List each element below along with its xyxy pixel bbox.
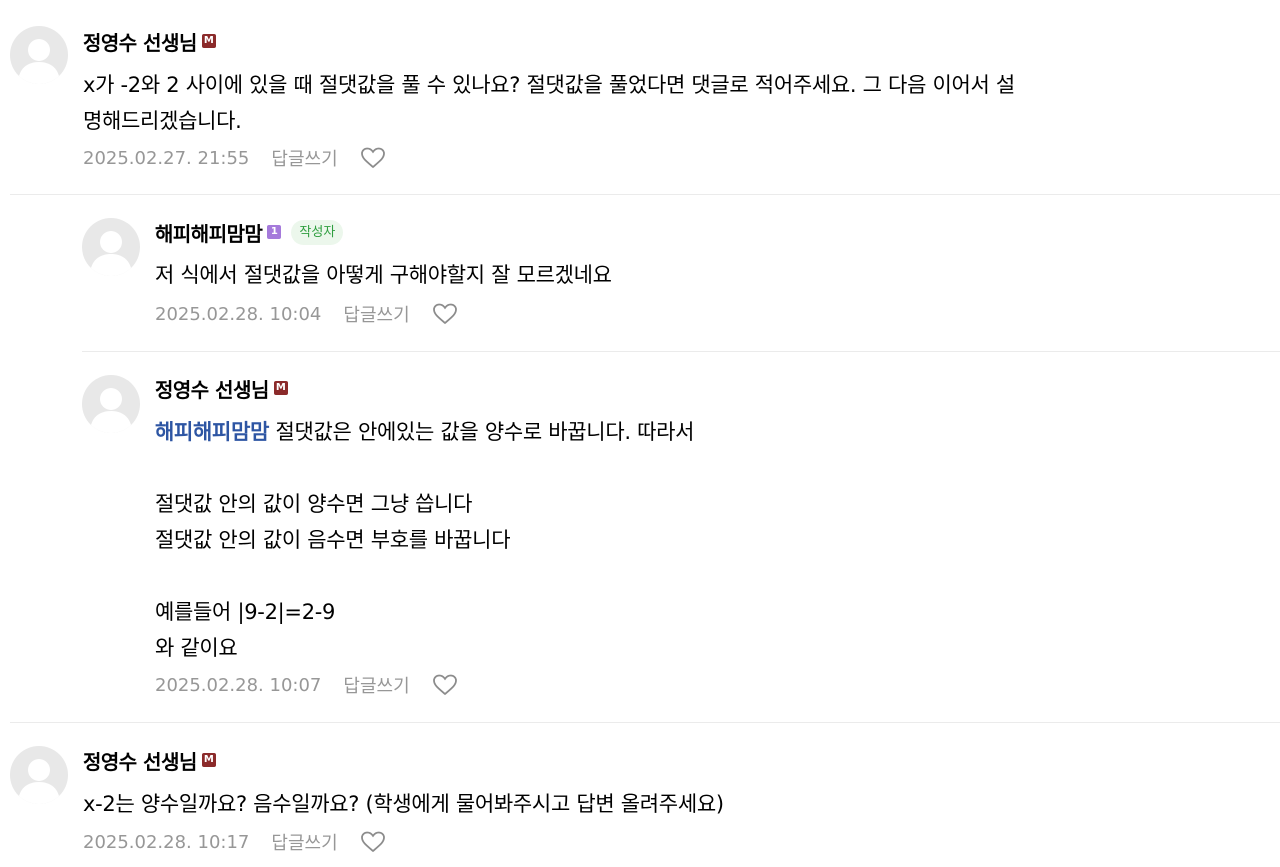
comment-date: 2025.02.28. 10:04 <box>155 303 322 325</box>
default-profile-icon <box>90 231 132 276</box>
manager-badge-icon: M <box>273 381 288 395</box>
mention-link[interactable]: 해피해피맘맘 <box>155 420 269 444</box>
reply-button[interactable]: 답글쓰기 <box>343 672 409 698</box>
comment-date: 2025.02.28. 10:17 <box>83 831 250 853</box>
heart-outline-icon[interactable] <box>432 302 458 326</box>
divider <box>10 194 1280 195</box>
author-name[interactable]: 정영수 선생님 <box>83 746 197 775</box>
avatar[interactable] <box>10 26 68 84</box>
avatar[interactable] <box>10 746 68 804</box>
avatar[interactable] <box>82 375 140 433</box>
comment-text: x가 -2와 2 사이에 있을 때 절댓값을 풀 수 있나요? 절댓값을 풀었다… <box>83 73 1015 133</box>
comment-text: 저 식에서 절댓값을 아떻게 구해야할지 잘 모르겠네요 <box>155 263 612 287</box>
reply-button[interactable]: 답글쓰기 <box>271 145 337 171</box>
heart-outline-icon[interactable] <box>432 673 458 697</box>
author-line: 정영수 선생님 M <box>83 746 216 774</box>
default-profile-icon <box>90 388 132 433</box>
author-line: 정영수 선생님 M <box>155 374 288 402</box>
level-badge-icon: 1 <box>267 225 282 239</box>
reply-button[interactable]: 답글쓰기 <box>271 829 337 855</box>
author-line: 해피해피맘맘 1 작성자 <box>155 218 344 247</box>
comment-meta: 2025.02.28. 10:07 답글쓰기 <box>155 671 458 699</box>
comment-meta: 2025.02.28. 10:04 답글쓰기 <box>155 300 458 328</box>
divider <box>10 722 1280 723</box>
author-name[interactable]: 해피해피맘맘 <box>155 218 263 247</box>
default-profile-icon <box>18 759 60 804</box>
default-profile-icon <box>18 39 60 84</box>
comment-text: x-2는 양수일까요? 음수일까요? (학생에게 물어봐주시고 답변 올려주세요… <box>83 792 724 816</box>
author-name[interactable]: 정영수 선생님 <box>155 374 269 403</box>
heart-outline-icon[interactable] <box>360 830 386 854</box>
reply-button[interactable]: 답글쓰기 <box>343 301 409 327</box>
avatar[interactable] <box>82 218 140 276</box>
author-name[interactable]: 정영수 선생님 <box>83 27 197 56</box>
comment-date: 2025.02.28. 10:07 <box>155 674 322 696</box>
manager-badge-icon: M <box>201 753 216 767</box>
author-line: 정영수 선생님 M <box>83 27 216 55</box>
manager-badge-icon: M <box>201 34 216 48</box>
comment-date: 2025.02.27. 21:55 <box>83 147 250 169</box>
comment-meta: 2025.02.27. 21:55 답글쓰기 <box>83 144 386 172</box>
comment-meta: 2025.02.28. 10:17 답글쓰기 <box>83 828 386 856</box>
heart-outline-icon[interactable] <box>360 146 386 170</box>
comment-text: 해피해피맘맘 절댓값은 안에있는 값을 양수로 바꿉니다. 따라서 절댓값 안의… <box>155 414 1265 666</box>
writer-tag: 작성자 <box>291 219 344 245</box>
comment-body: 절댓값은 안에있는 값을 양수로 바꿉니다. 따라서 절댓값 안의 값이 양수면… <box>155 420 695 660</box>
divider <box>82 351 1280 352</box>
